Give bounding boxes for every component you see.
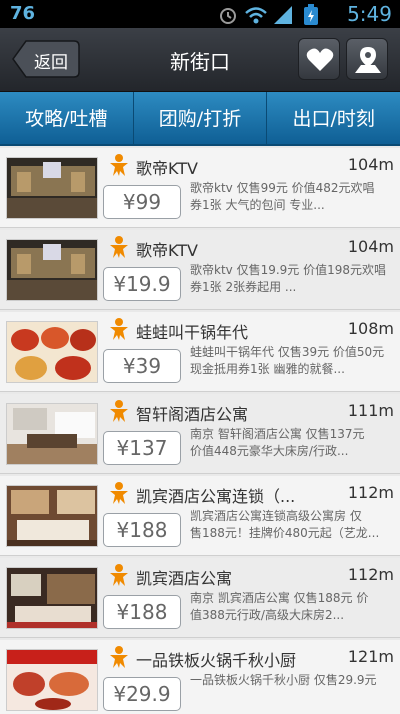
wifi-icon [245,7,267,24]
deal-description-line: 值388元行政/高级大床房2... [190,608,345,622]
list-item[interactable]: 歌帝KTV 104m ¥19.9 歌帝ktv 仅售19.9元 价值198元欢唱 … [0,230,400,310]
alarm-icon [220,8,236,24]
deal-description: 歌帝ktv 仅售99元 价值482元欢唱 券1张 大气的包间 专业... [190,180,394,214]
deal-description-line: 价值448元豪华大床房/行政... [190,444,349,458]
merchant-name: 歌帝KTV [136,241,198,260]
deal-description-line: 南京 凯宾酒店公寓 仅售188元 价 [190,591,369,605]
header-bar: 返回 新街口 [0,28,400,92]
merchant-name: 凯宾酒店公寓连锁（... [136,487,296,506]
merchant-name: 一品铁板火锅千秋小厨 [136,651,297,670]
price-badge: ¥188 [103,513,181,547]
deal-description-line: 一品铁板火锅千秋小厨 仅售29.9元 [190,673,377,687]
deal-description-line: 券1张 大气的包间 专业... [190,198,325,212]
hotel-room-photo [6,567,98,629]
merchant-name: 蛙蛙叫干锅年代 [136,323,249,342]
deal-description-line: 蛙蛙叫干锅年代 仅售39元 价值50元 [190,345,385,359]
list-item[interactable]: 凯宾酒店公寓 112m ¥188 南京 凯宾酒店公寓 仅售188元 价 值388… [0,558,400,638]
distance: 104m [347,155,394,174]
status-icons [216,4,326,25]
tab-bar: 攻略/吐槽 团购/打折 出口/时刻 [0,92,400,146]
person-icon [110,236,128,258]
list-item[interactable]: 智轩阁酒店公寓 111m ¥137 南京 智轩阁酒店公寓 仅售137元 价值44… [0,394,400,474]
price-badge: ¥99 [103,185,181,219]
distance: 112m [347,483,394,502]
distance: 108m [347,319,394,338]
deal-description-line: 券1张 2张券起用 ... [190,280,297,294]
tab-groupbuy[interactable]: 团购/打折 [134,92,268,144]
deal-description: 一品铁板火锅千秋小厨 仅售29.9元 [190,672,394,689]
price-badge: ¥137 [103,431,181,465]
hotel-room-photo [6,403,98,465]
food-photo [6,649,98,711]
person-icon [110,564,128,586]
merchant-name: 凯宾酒店公寓 [136,569,233,588]
distance: 111m [347,401,394,420]
food-photo [6,321,98,383]
deal-description: 歌帝ktv 仅售19.9元 价值198元欢唱 券1张 2张券起用 ... [190,262,394,296]
signal-icon [274,6,292,24]
list-item[interactable]: 一品铁板火锅千秋小厨 121m ¥29.9 一品铁板火锅千秋小厨 仅售29.9元 [0,640,400,714]
list-item[interactable]: 蛙蛙叫干锅年代 108m ¥39 蛙蛙叫干锅年代 仅售39元 价值50元 现金抵… [0,312,400,392]
person-icon [110,318,128,340]
favorite-button[interactable] [298,38,340,80]
distance: 112m [347,565,394,584]
price-badge: ¥188 [103,595,181,629]
person-icon [110,400,128,422]
status-number: 76 [10,3,36,24]
person-icon [110,482,128,504]
merchant-name: 歌帝KTV [136,159,198,178]
page-title: 新街口 [170,50,230,74]
hotel-room-photo [6,485,98,547]
map-pin-icon [355,47,381,73]
price-badge: ¥19.9 [103,267,181,301]
ktv-photo [6,239,98,301]
deal-description: 南京 智轩阁酒店公寓 仅售137元 价值448元豪华大床房/行政... [190,426,394,460]
heart-icon [306,48,334,71]
battery-icon [304,4,318,25]
deal-description: 凯宾酒店公寓连锁高级公寓房 仅 售188元！挂牌价480元起（艺龙... [190,508,394,542]
deal-description-line: 歌帝ktv 仅售99元 价值482元欢唱 [190,181,375,195]
person-icon [110,154,128,176]
deal-description-line: 歌帝ktv 仅售19.9元 价值198元欢唱 [190,263,387,277]
merchant-name: 智轩阁酒店公寓 [136,405,249,424]
person-icon [110,646,128,668]
deal-description-line: 售188元！挂牌价480元起（艺龙... [190,526,380,540]
deal-description-line: 凯宾酒店公寓连锁高级公寓房 仅 [190,509,362,523]
price-badge: ¥39 [103,349,181,383]
tab-guide[interactable]: 攻略/吐槽 [0,92,134,144]
deal-description: 蛙蛙叫干锅年代 仅售39元 价值50元 现金抵用券1张 幽雅的就餐... [190,344,394,378]
ktv-photo [6,157,98,219]
map-button[interactable] [346,38,388,80]
distance: 104m [347,237,394,256]
status-time: 5:49 [347,2,392,26]
price-badge: ¥29.9 [103,677,181,711]
tab-exits[interactable]: 出口/时刻 [267,92,400,144]
deal-description-line: 现金抵用券1张 幽雅的就餐... [190,362,345,376]
status-bar: 76 5:49 [0,0,400,28]
distance: 121m [347,647,394,666]
deal-list: 歌帝KTV 104m ¥99 歌帝ktv 仅售99元 价值482元欢唱 券1张 … [0,148,400,714]
deal-description-line: 南京 智轩阁酒店公寓 仅售137元 [190,427,365,441]
deal-description: 南京 凯宾酒店公寓 仅售188元 价 值388元行政/高级大床房2... [190,590,394,624]
list-item[interactable]: 歌帝KTV 104m ¥99 歌帝ktv 仅售99元 价值482元欢唱 券1张 … [0,148,400,228]
list-item[interactable]: 凯宾酒店公寓连锁（... 112m ¥188 凯宾酒店公寓连锁高级公寓房 仅 售… [0,476,400,556]
